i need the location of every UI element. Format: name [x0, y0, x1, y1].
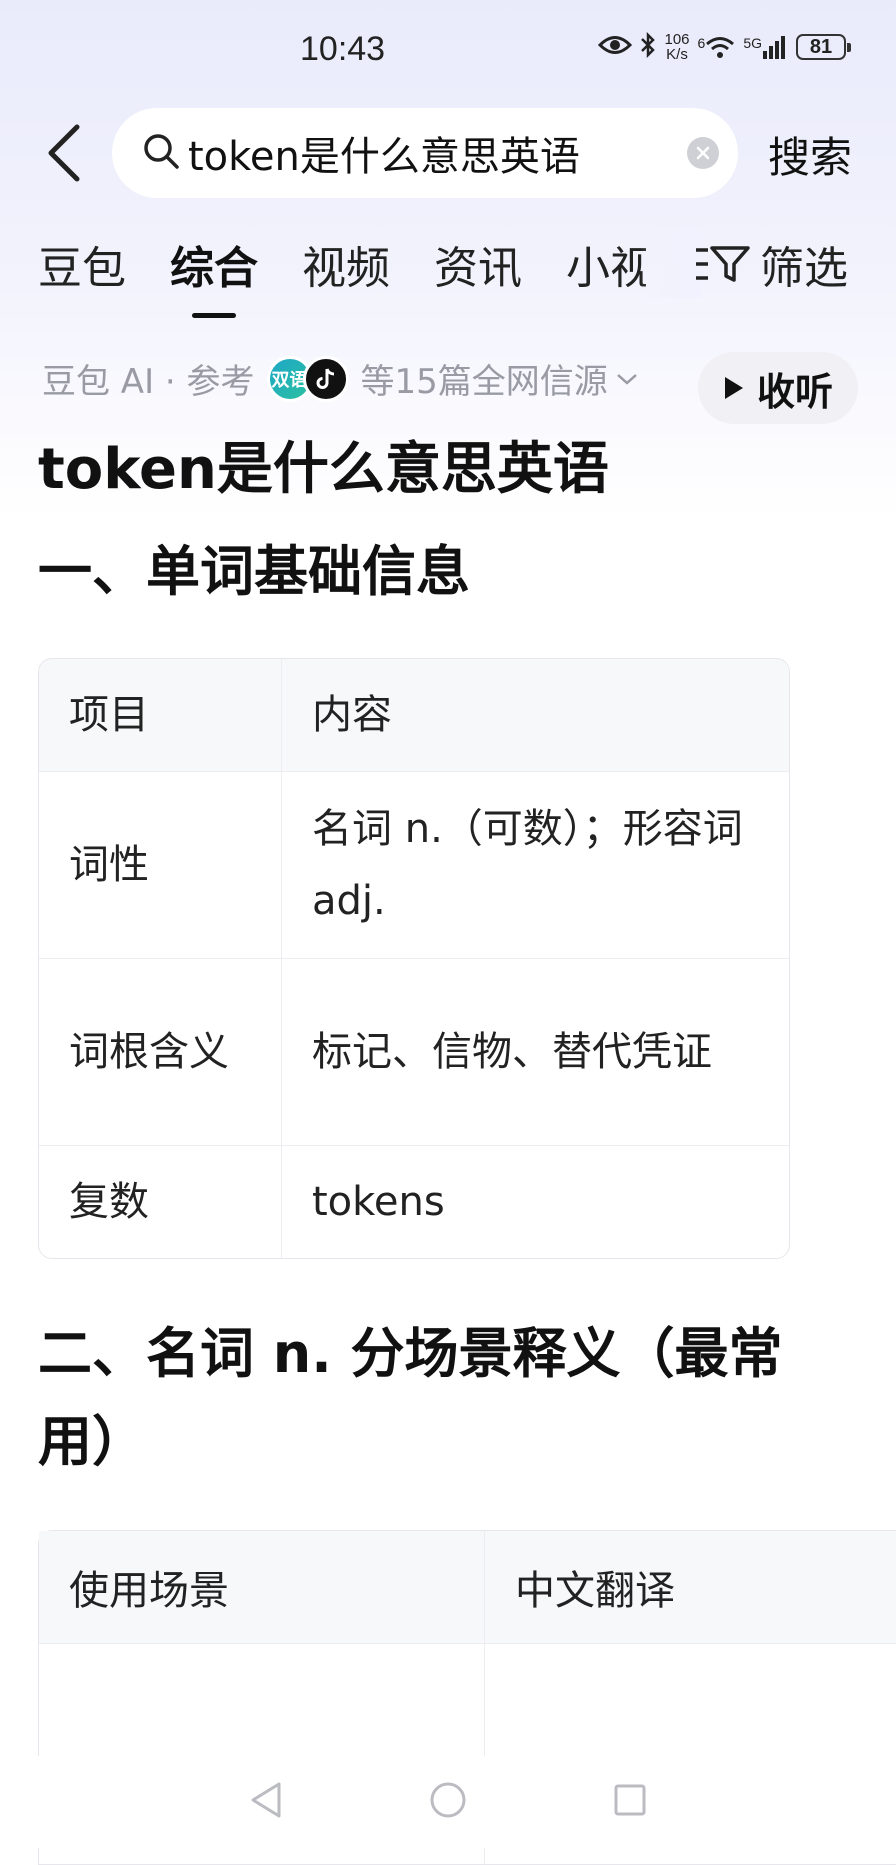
- table-cell: 名词 n.（可数）；形容词 adj.: [282, 772, 789, 959]
- tab-doubao[interactable]: 豆包: [38, 232, 126, 296]
- source-references[interactable]: 豆包 AI · 参考 双语 等15篇全网信源: [42, 354, 640, 403]
- search-box[interactable]: [112, 108, 738, 198]
- section-heading-basic-info: 一、单词基础信息: [38, 540, 470, 603]
- column-header: 中文翻译: [485, 1531, 896, 1644]
- system-navigation-bar: [0, 1756, 896, 1848]
- back-button[interactable]: [36, 118, 90, 188]
- listen-button[interactable]: 收听: [698, 352, 858, 424]
- table-cell: 标记、信物、替代凭证: [282, 959, 789, 1146]
- chevron-left-icon: [48, 124, 80, 182]
- table-cell: 词性: [39, 772, 282, 959]
- answer-title: token是什么意思英语: [38, 437, 609, 502]
- table-cell: tokens: [312, 1179, 445, 1225]
- listen-label: 收听: [756, 369, 833, 414]
- search-tabs: 豆包 综合 视频 资讯 小视: [38, 232, 646, 296]
- basic-info-table: 项目 内容 词性 名词 n.（可数）；形容词 adj. 词根含义 标记、信物、替…: [38, 658, 790, 1259]
- net-speed: 106 K/s: [664, 31, 690, 63]
- status-icons: 106 K/s 6 5G 81: [598, 31, 851, 63]
- status-time: 10:43: [300, 30, 386, 68]
- status-bar: 10:43 106 K/s 6 5G 81: [0, 0, 896, 104]
- column-header: 使用场景: [39, 1531, 485, 1644]
- filter-label: 筛选: [760, 243, 848, 294]
- nav-recents-icon[interactable]: [613, 1783, 647, 1821]
- search-button[interactable]: 搜索: [768, 124, 852, 185]
- search-icon: [142, 132, 180, 174]
- tab-news[interactable]: 资讯: [434, 232, 522, 296]
- battery-indicator: 81: [796, 34, 851, 60]
- table-row: 复数 tokens: [39, 1146, 789, 1258]
- clear-search-icon[interactable]: [687, 137, 719, 169]
- tab-comprehensive[interactable]: 综合: [170, 232, 258, 296]
- table-header-row: 使用场景 中文翻译: [39, 1531, 896, 1644]
- tab-short-video[interactable]: 小视: [566, 232, 646, 296]
- bluetooth-icon: [640, 31, 656, 62]
- nav-home-icon[interactable]: [429, 1781, 467, 1823]
- eye-icon: [598, 34, 633, 60]
- cellular-signal-icon: 5G: [743, 35, 788, 59]
- filter-icon: [696, 246, 750, 282]
- tab-video[interactable]: 视频: [302, 232, 390, 296]
- table-cell: 词根含义: [39, 959, 282, 1146]
- filter-button[interactable]: 筛选: [694, 232, 848, 296]
- column-header: 项目: [39, 659, 282, 772]
- wifi-icon: 6: [698, 35, 736, 59]
- section-heading-noun-meanings: 二、名词 n. 分场景释义（最常用）: [38, 1322, 783, 1473]
- table-cell: 复数: [39, 1146, 282, 1258]
- column-header: 内容: [282, 659, 789, 772]
- nav-back-icon[interactable]: [249, 1781, 283, 1823]
- tabs-fade: [640, 228, 702, 298]
- table-header-row: 项目 内容: [39, 659, 789, 772]
- play-icon: [724, 377, 743, 399]
- chevron-down-icon: [616, 373, 637, 385]
- table-row: 词根含义 标记、信物、替代凭证: [39, 959, 789, 1146]
- table-row: 词性 名词 n.（可数）；形容词 adj.: [39, 772, 789, 959]
- source-prefix: 豆包 AI · 参考: [42, 362, 255, 402]
- search-input[interactable]: [180, 130, 687, 176]
- source-count: 等15篇全网信源: [360, 362, 608, 402]
- douyin-icon: [302, 355, 349, 402]
